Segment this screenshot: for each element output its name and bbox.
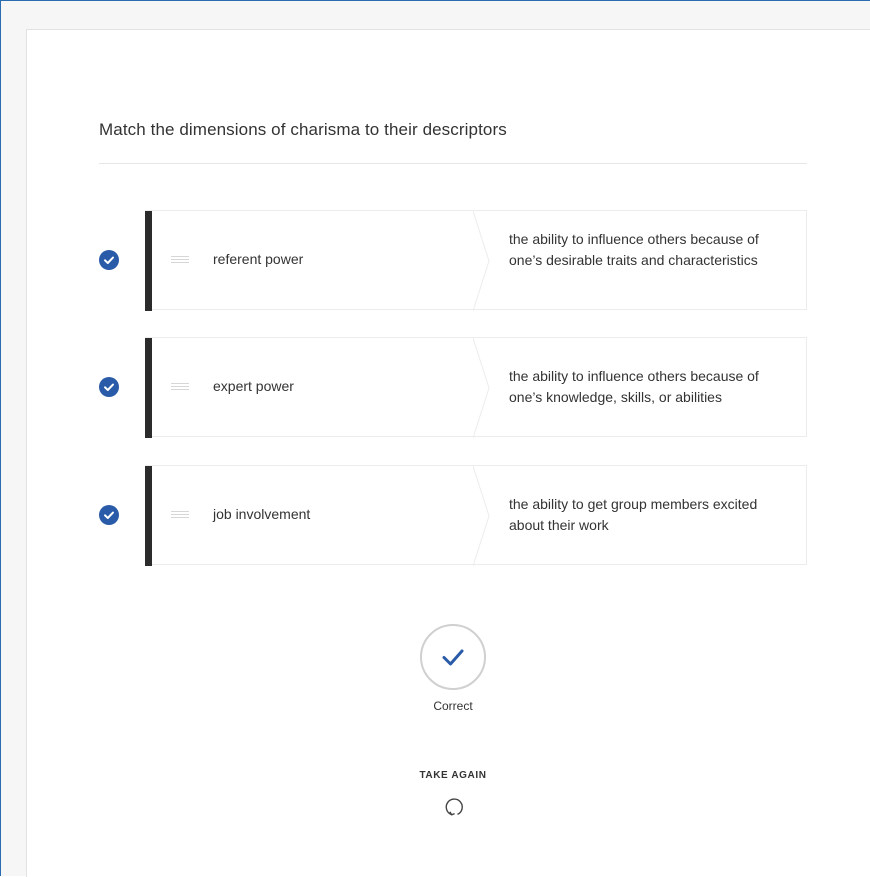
result-check-badge: [420, 624, 486, 690]
page-frame: Match the dimensions of charisma to thei…: [0, 0, 870, 877]
divider-chevron: [473, 466, 490, 566]
drag-handle-icon[interactable]: [171, 256, 189, 264]
divider-chevron: [473, 211, 490, 311]
match-indicator-bar: [145, 466, 152, 566]
drag-handle-icon[interactable]: [171, 511, 189, 519]
term-label: expert power: [213, 378, 294, 394]
divider-chevron: [473, 338, 490, 438]
match-row: expert power the ability to influence ot…: [27, 337, 870, 438]
drag-handle-icon[interactable]: [171, 383, 189, 391]
descriptor-text: the ability to influence others because …: [509, 231, 759, 268]
match-row: referent power the ability to influence …: [27, 210, 870, 311]
descriptor-text: the ability to get group members excited…: [509, 496, 758, 533]
title-divider: [99, 163, 807, 164]
question-title: Match the dimensions of charisma to thei…: [99, 120, 507, 139]
check-icon: [442, 649, 464, 666]
check-circle-icon: [99, 377, 119, 397]
match-pair[interactable]: job involvement the ability to get group…: [145, 465, 807, 566]
term-label: referent power: [213, 251, 304, 267]
retry-icon[interactable]: [443, 796, 465, 818]
term-label: job involvement: [213, 506, 311, 522]
match-pair[interactable]: referent power the ability to influence …: [145, 210, 807, 311]
descriptor-text: the ability to influence others because …: [509, 368, 759, 405]
check-circle-icon: [99, 250, 119, 270]
match-row: job involvement the ability to get group…: [27, 465, 870, 566]
question-card: Match the dimensions of charisma to thei…: [26, 29, 870, 877]
match-indicator-bar: [145, 338, 152, 438]
match-indicator-bar: [145, 211, 152, 311]
match-pair[interactable]: expert power the ability to influence ot…: [145, 337, 807, 438]
take-again-button[interactable]: TAKE AGAIN: [27, 770, 870, 781]
check-circle-icon: [99, 505, 119, 525]
result-label: Correct: [433, 699, 473, 713]
